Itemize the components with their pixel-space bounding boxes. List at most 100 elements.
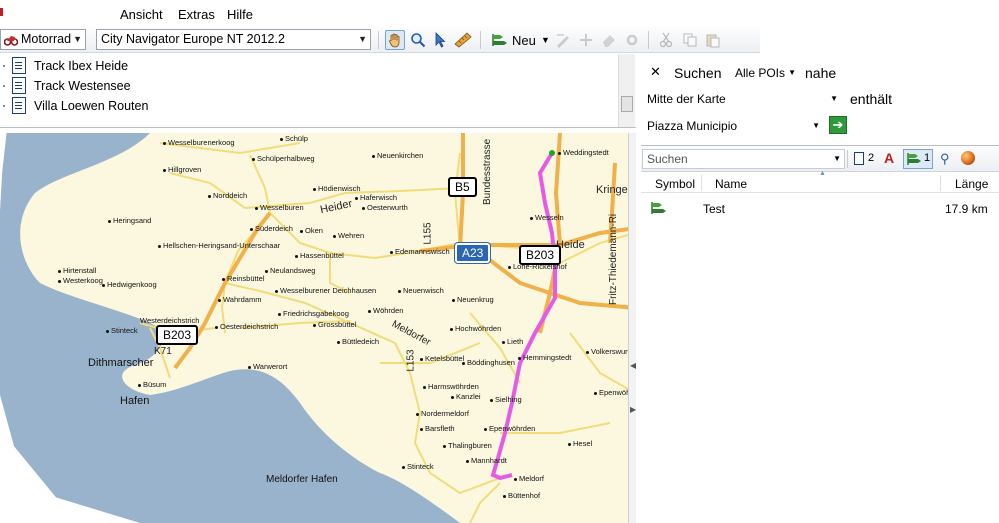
place-label[interactable]: Stinteck	[106, 326, 138, 335]
ruler-icon[interactable]	[453, 30, 473, 50]
chevron-right-icon[interactable]: ▶	[630, 405, 636, 414]
place-label[interactable]: Reinsbüttel	[222, 274, 265, 283]
place-label[interactable]: Oesterdeichstrich	[215, 322, 278, 331]
place-label[interactable]: Haferwisch	[355, 193, 397, 202]
hand-tool-icon[interactable]	[385, 30, 405, 50]
place-label[interactable]: Neuenkirchen	[372, 151, 423, 160]
road-shield-b203[interactable]: B203	[519, 245, 562, 265]
menu-extras[interactable]: Extras	[178, 7, 215, 22]
place-label[interactable]: Hemmingstedt	[518, 353, 571, 362]
place-label[interactable]: Hafen	[120, 395, 149, 407]
place-label[interactable]: Hochwöhrden	[450, 324, 501, 333]
place-label[interactable]: Hedwigenkoog	[102, 280, 157, 289]
search-query-input[interactable]: Piazza Municipio ▼	[642, 116, 824, 136]
menu-hilfe[interactable]: Hilfe	[227, 7, 253, 22]
place-label[interactable]: Neuenkrug	[452, 295, 494, 304]
place-label[interactable]: Böddinghusen	[462, 358, 515, 367]
track-list-scrollbar[interactable]	[618, 54, 635, 127]
track-filter-icon[interactable]: ⚲	[940, 151, 950, 167]
place-label[interactable]: Hirtenstall	[58, 266, 96, 275]
place-label[interactable]: Wöhrden	[368, 306, 403, 315]
place-label[interactable]: Friedrichsgabekoog	[278, 309, 349, 318]
place-label[interactable]: Neuenwisch	[398, 286, 444, 295]
place-label[interactable]: Epenwöhrden	[484, 424, 535, 433]
globe-icon[interactable]	[961, 151, 975, 165]
place-label[interactable]: Büttenhof	[503, 491, 540, 500]
column-header-length[interactable]: Länge	[955, 177, 988, 191]
road-shield-a23[interactable]: A23	[453, 242, 492, 264]
settings-icon[interactable]	[622, 30, 642, 50]
map-view[interactable]: Schülp Wesselburenerkoog Neuenkirchen Hi…	[0, 133, 636, 523]
place-label[interactable]: Westerdeichstrich	[140, 316, 199, 325]
cut-icon[interactable]	[656, 30, 676, 50]
place-label[interactable]: Wesselburenerkoog	[163, 138, 235, 147]
close-icon[interactable]: ✕	[650, 64, 661, 80]
chevron-left-icon[interactable]: ◀	[630, 361, 636, 370]
map-product-select[interactable]: City Navigator Europe NT 2012.2 ▼	[96, 29, 371, 50]
place-label[interactable]: Volkerswurth	[586, 347, 634, 356]
place-label[interactable]: Westerkoog	[58, 276, 103, 285]
road-shield-b203[interactable]: B203	[156, 325, 199, 345]
document-filter-icon[interactable]	[854, 152, 864, 165]
place-label[interactable]: Hillgroven	[163, 165, 201, 174]
place-label[interactable]: Grossbüttel	[313, 320, 356, 329]
route-icon[interactable]	[489, 30, 509, 50]
list-item[interactable]: Track Ibex Heide	[0, 56, 610, 76]
place-label[interactable]: Meldorf	[514, 474, 544, 483]
place-label[interactable]: Schülperhalbweg	[252, 154, 315, 163]
place-label[interactable]: Hesel	[568, 439, 592, 448]
route-filter-toggle[interactable]: 1	[903, 149, 933, 169]
place-label[interactable]: Kanzlei	[451, 392, 481, 401]
menu-ansicht[interactable]: Ansicht	[120, 7, 163, 22]
copy-icon[interactable]	[680, 30, 700, 50]
column-header-symbol[interactable]: Symbol	[655, 177, 695, 191]
list-item[interactable]: Villa Loewen Routen	[0, 96, 610, 116]
place-label[interactable]: Oken	[300, 226, 323, 235]
place-label[interactable]: Stinteck	[402, 462, 434, 471]
near-location-select[interactable]: Mitte der Karte ▼	[642, 89, 842, 109]
place-label[interactable]: Wesseln	[530, 213, 564, 222]
profile-select[interactable]: Motorrad ▼	[0, 29, 86, 50]
place-label[interactable]: Schülp	[280, 134, 308, 143]
scrollbar-thumb[interactable]	[621, 96, 633, 112]
column-header-name[interactable]: Name	[715, 177, 747, 191]
place-label[interactable]: Barsfleth	[420, 424, 455, 433]
new-dropdown-chevron-icon[interactable]: ▼	[541, 35, 550, 45]
search-go-button[interactable]: ➔	[829, 116, 847, 134]
poi-category-select[interactable]: Alle POIs ▼	[730, 63, 800, 83]
place-label[interactable]: Ketelsbüttel	[420, 354, 464, 363]
place-label[interactable]: Süderdeich	[250, 224, 293, 233]
list-item[interactable]: Track Westensee	[0, 76, 610, 96]
place-label[interactable]: Heringsand	[108, 216, 151, 225]
eraser-icon[interactable]	[599, 30, 619, 50]
place-label[interactable]: Nordermeldorf	[416, 409, 469, 418]
place-label[interactable]: Wesselburener Deichhausen	[275, 286, 376, 295]
map-scrollbar[interactable]: ◀ ▶	[628, 133, 636, 523]
paste-icon[interactable]	[703, 30, 723, 50]
place-label[interactable]: Hödienwisch	[313, 184, 361, 193]
place-label[interactable]: Sielhing	[490, 395, 522, 404]
split-route-icon[interactable]	[576, 30, 596, 50]
place-label[interactable]: Mannhardt	[466, 456, 507, 465]
new-button[interactable]: Neu	[512, 33, 536, 48]
select-arrow-icon[interactable]	[430, 30, 450, 50]
place-label[interactable]: Oesterwurth	[362, 203, 408, 212]
place-label[interactable]: Edemannswisch	[390, 247, 450, 256]
place-label[interactable]: Meldorfer Hafen	[266, 474, 338, 485]
place-label[interactable]: Neulandsweg	[265, 266, 315, 275]
zoom-icon[interactable]	[408, 30, 428, 50]
place-label[interactable]: Thalingburen	[443, 441, 492, 450]
place-label[interactable]: Warwerort	[248, 362, 287, 371]
results-filter-input[interactable]: Suchen ▼	[642, 149, 845, 169]
road-shield-b5[interactable]: B5	[448, 177, 477, 197]
place-label[interactable]: Hellschen-Heringsand-Unterschaar	[158, 241, 280, 250]
place-label[interactable]: Wehren	[333, 231, 364, 240]
edit-route-icon[interactable]	[553, 30, 573, 50]
place-label[interactable]: Dithmarscher	[88, 357, 153, 369]
place-label[interactable]: Büsum	[138, 380, 166, 389]
poi-filter-icon[interactable]: A	[884, 150, 894, 166]
place-label[interactable]: Harmswöhrden	[423, 382, 479, 391]
place-label[interactable]: Lieth	[502, 337, 523, 346]
place-label[interactable]: Hassenbüttel	[295, 251, 344, 260]
place-label[interactable]: Büttledeich	[337, 337, 379, 346]
